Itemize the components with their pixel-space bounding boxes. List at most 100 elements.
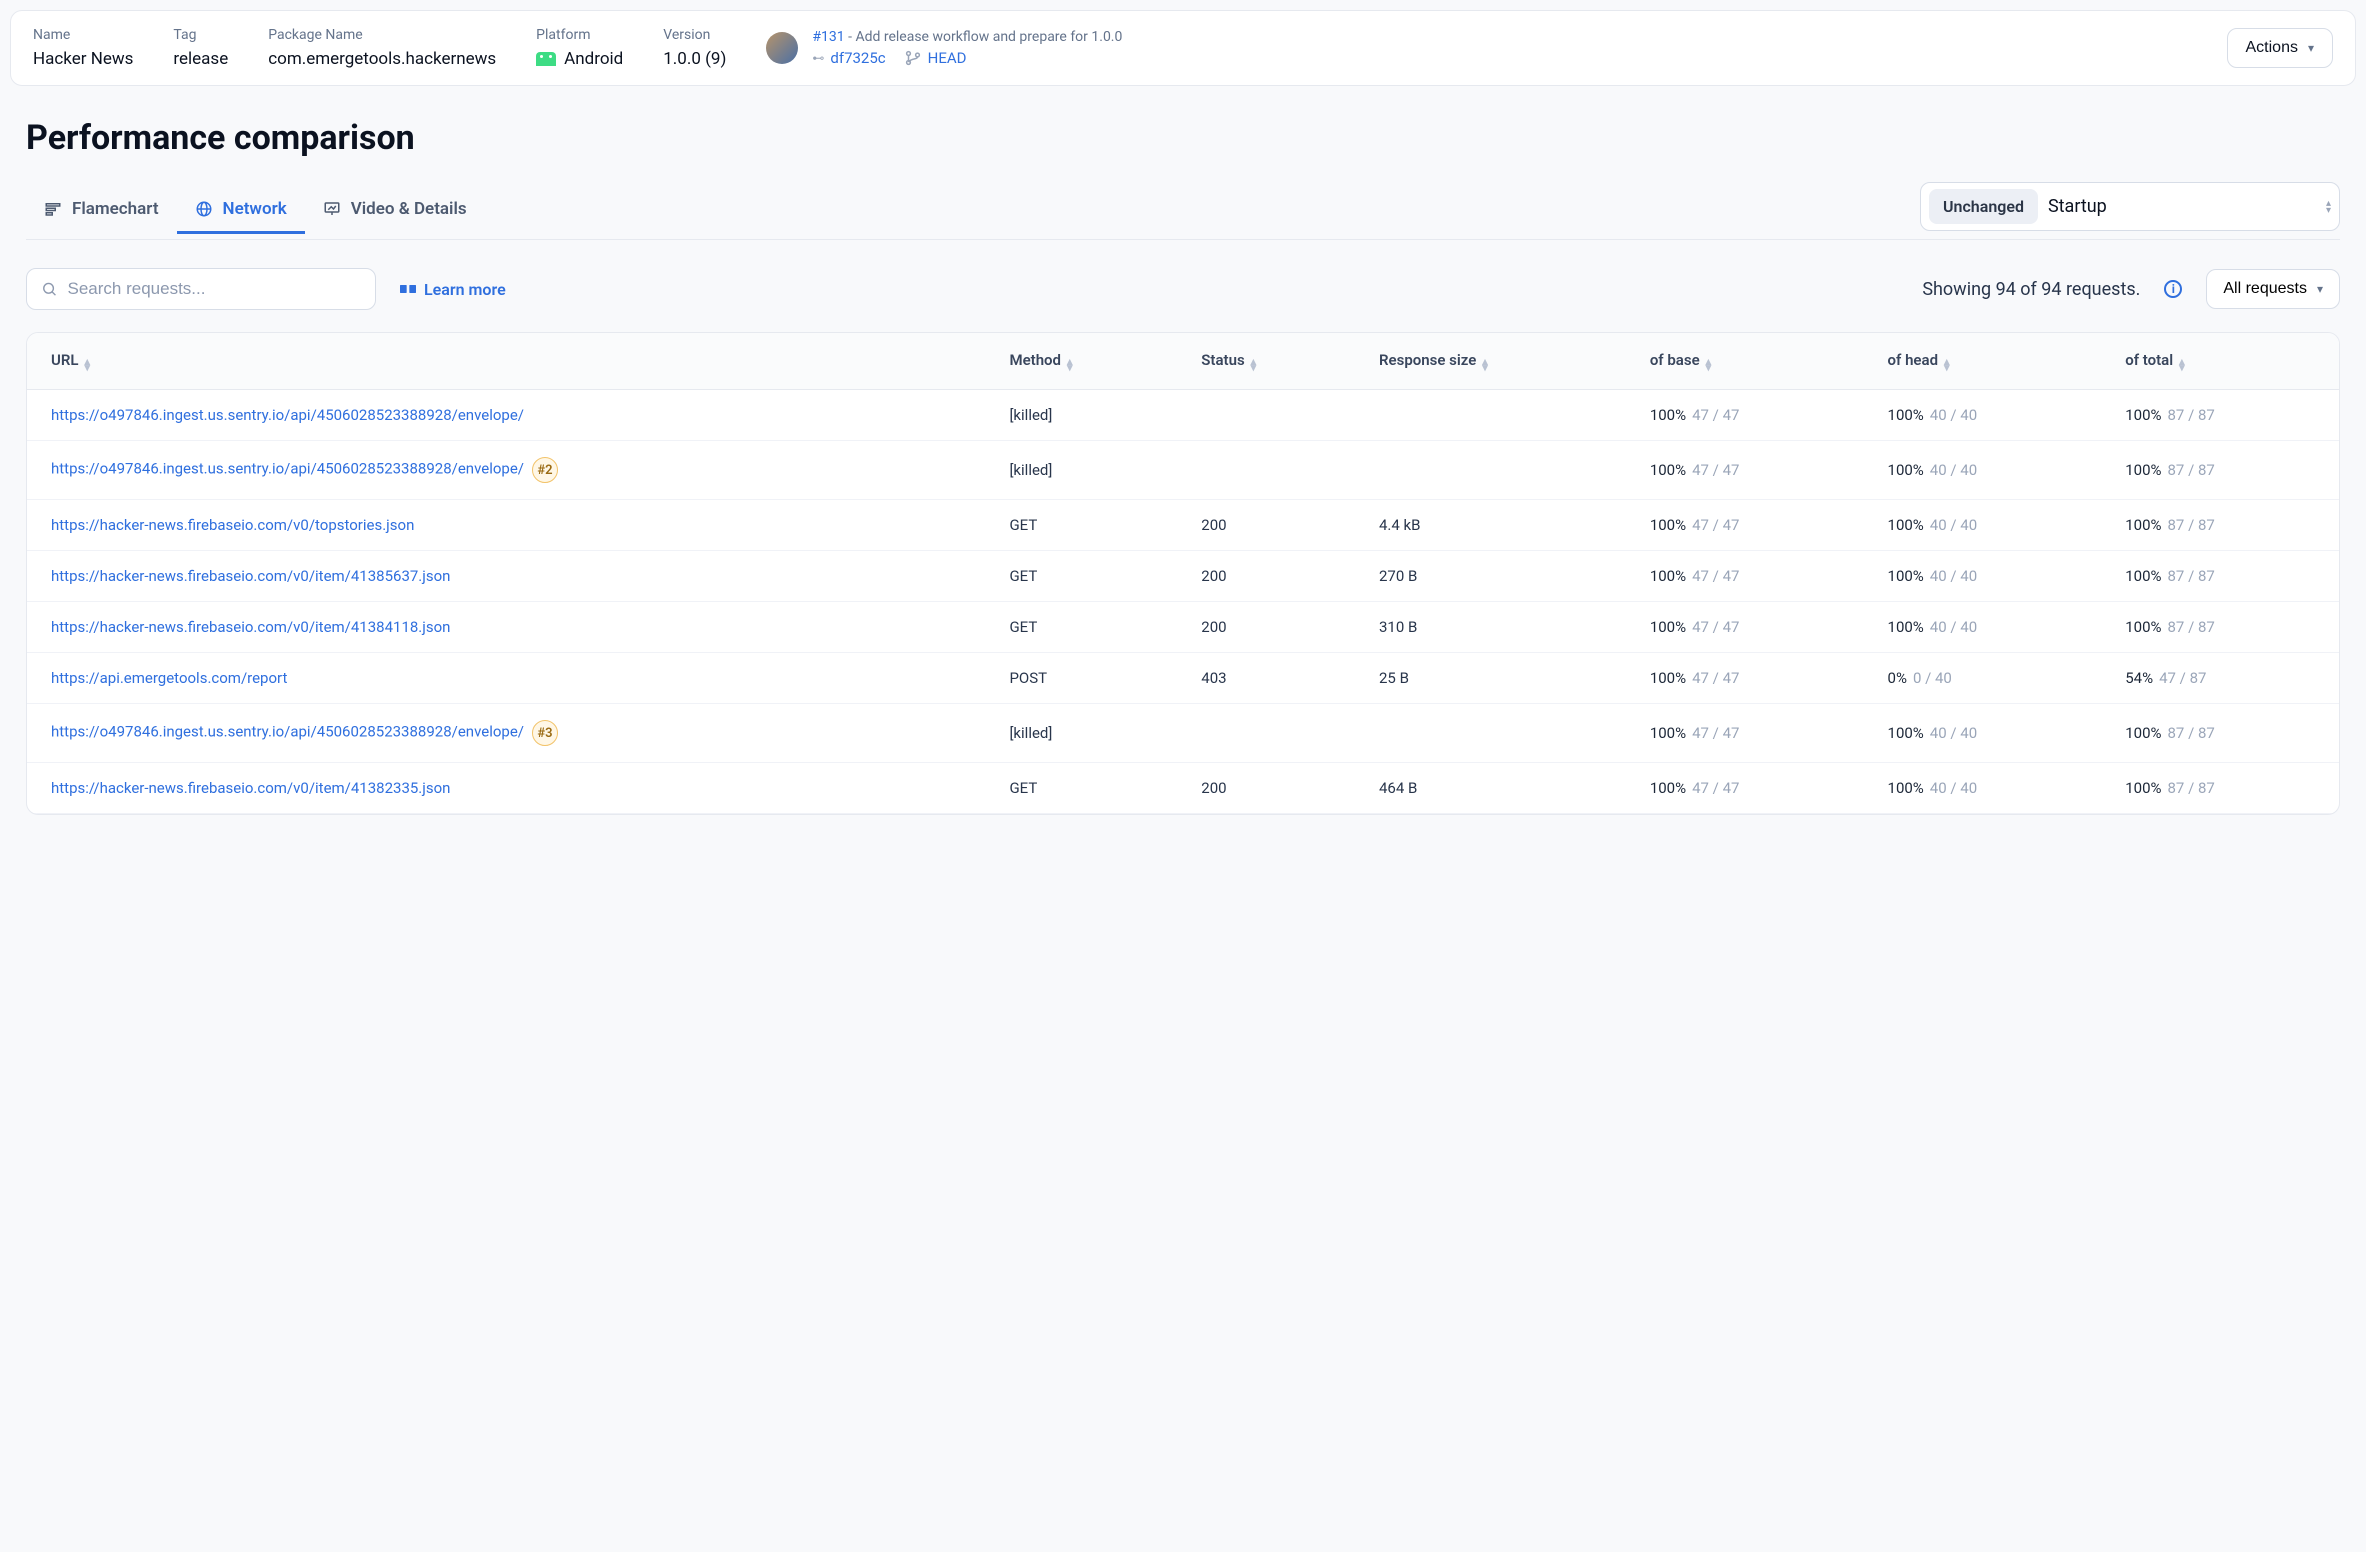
pr-title: - Add release workflow and prepare for 1… — [845, 29, 1123, 45]
pct-value: 100% — [1650, 618, 1686, 636]
cell-pct: 100%87 / 87 — [2101, 390, 2339, 441]
col-of-base[interactable]: of base▴▾ — [1626, 333, 1864, 390]
cell-pct: 100%40 / 40 — [1864, 704, 2102, 763]
table-row[interactable]: https://hacker-news.firebaseio.com/v0/it… — [27, 602, 2339, 653]
cell-size: 4.4 kB — [1355, 500, 1626, 551]
pct-fraction: 87 / 87 — [2168, 461, 2215, 479]
cell-method: GET — [985, 602, 1177, 653]
cell-url: https://hacker-news.firebaseio.com/v0/it… — [27, 551, 985, 602]
cell-pct: 100%40 / 40 — [1864, 390, 2102, 441]
cell-status — [1177, 704, 1355, 763]
request-url-link[interactable]: https://hacker-news.firebaseio.com/v0/to… — [51, 516, 414, 534]
cell-pct: 100%87 / 87 — [2101, 441, 2339, 500]
pct-value: 100% — [2125, 516, 2161, 534]
cell-pct: 100%87 / 87 — [2101, 500, 2339, 551]
actions-button[interactable]: Actions ▾ — [2227, 28, 2334, 68]
table-row[interactable]: https://api.emergetools.com/reportPOST40… — [27, 653, 2339, 704]
header-tag: Tag release — [173, 27, 228, 69]
table-row[interactable]: https://o497846.ingest.us.sentry.io/api/… — [27, 704, 2339, 763]
branch-link[interactable]: HEAD — [904, 49, 967, 67]
header-platform: Platform Android — [536, 27, 623, 69]
cell-size: 464 B — [1355, 763, 1626, 814]
search-input[interactable] — [68, 279, 361, 299]
flamechart-icon — [44, 200, 62, 218]
info-icon[interactable]: i — [2164, 280, 2182, 298]
commit-link[interactable]: ⊷ df7325c — [812, 49, 885, 67]
col-method[interactable]: Method▴▾ — [985, 333, 1177, 390]
cell-pct: 100% 40 / 40 — [1864, 441, 2102, 500]
pr-number-link[interactable]: #131 — [812, 29, 844, 45]
header-package-label: Package Name — [268, 27, 496, 43]
request-url-link[interactable]: https://o497846.ingest.us.sentry.io/api/… — [51, 406, 524, 424]
header-meta-text: #131 - Add release workflow and prepare … — [812, 29, 1122, 67]
table-row[interactable]: https://hacker-news.firebaseio.com/v0/it… — [27, 551, 2339, 602]
pct-value: 0% — [1888, 669, 1907, 687]
pct-fraction: 40 / 40 — [1930, 618, 1977, 636]
avatar — [766, 32, 798, 64]
tab-flamechart[interactable]: Flamechart — [26, 187, 177, 234]
table-header-row: URL▴▾ Method▴▾ Status▴▾ Response size▴▾ … — [27, 333, 2339, 390]
comparison-selector[interactable]: Unchanged Startup ▴▾ — [1920, 182, 2340, 231]
cell-size — [1355, 441, 1626, 500]
cell-pct: 100%47 / 47 — [1626, 441, 1864, 500]
col-of-head[interactable]: of head▴▾ — [1864, 333, 2102, 390]
controls-row: Learn more Showing 94 of 94 requests. i … — [26, 268, 2340, 310]
request-url-link[interactable]: https://hacker-news.firebaseio.com/v0/it… — [51, 618, 450, 636]
android-icon — [536, 52, 556, 66]
pct-value: 100% — [2125, 724, 2161, 742]
commit-hash: df7325c — [830, 49, 885, 67]
cell-pct: 100%40 / 40 — [1864, 500, 2102, 551]
cell-status — [1177, 441, 1355, 500]
actions-label: Actions — [2246, 39, 2298, 57]
pct-value: 100% — [1650, 567, 1686, 585]
col-status[interactable]: Status▴▾ — [1177, 333, 1355, 390]
header-meta: #131 - Add release workflow and prepare … — [766, 29, 2186, 67]
tab-network[interactable]: Network — [177, 187, 305, 234]
pct-fraction: 40 / 40 — [1930, 461, 1977, 479]
sort-icon: ▴▾ — [1706, 359, 1712, 371]
cell-pct: 100%40 / 40 — [1864, 763, 2102, 814]
cell-url: https://api.emergetools.com/report — [27, 653, 985, 704]
col-size[interactable]: Response size▴▾ — [1355, 333, 1626, 390]
cell-method: GET — [985, 551, 1177, 602]
branch-icon — [904, 49, 922, 67]
learn-more-link[interactable]: Learn more — [400, 280, 506, 299]
cell-method: GET — [985, 763, 1177, 814]
cell-pct: 100%47 / 47 — [1626, 704, 1864, 763]
pct-fraction: 40 / 40 — [1930, 567, 1977, 585]
pct-value: 100% — [1650, 461, 1686, 479]
table-row[interactable]: https://hacker-news.firebaseio.com/v0/it… — [27, 763, 2339, 814]
request-url-link[interactable]: https://hacker-news.firebaseio.com/v0/it… — [51, 779, 450, 797]
tab-flamechart-label: Flamechart — [72, 199, 159, 219]
request-url-link[interactable]: https://api.emergetools.com/report — [51, 669, 287, 687]
pct-value: 54% — [2125, 669, 2153, 687]
branch-name: HEAD — [928, 49, 967, 67]
pct-fraction: 47 / 47 — [1692, 516, 1739, 534]
cell-url: https://hacker-news.firebaseio.com/v0/to… — [27, 500, 985, 551]
search-box[interactable] — [26, 268, 376, 310]
filter-button[interactable]: All requests ▾ — [2206, 269, 2340, 309]
cell-pct: 0%0 / 40 — [1864, 653, 2102, 704]
cell-pct: 100%40 / 40 — [1864, 602, 2102, 653]
header-platform-value: Android — [536, 49, 623, 69]
pct-value: 100% — [1888, 461, 1924, 479]
col-url[interactable]: URL▴▾ — [27, 333, 985, 390]
pct-value: 100% — [2125, 618, 2161, 636]
request-url-link[interactable]: https://o497846.ingest.us.sentry.io/api/… — [51, 723, 524, 741]
chevron-down-icon: ▾ — [2317, 282, 2323, 296]
search-icon — [41, 280, 58, 298]
table-row[interactable]: https://o497846.ingest.us.sentry.io/api/… — [27, 441, 2339, 500]
table-row[interactable]: https://o497846.ingest.us.sentry.io/api/… — [27, 390, 2339, 441]
cell-status: 200 — [1177, 500, 1355, 551]
table-row[interactable]: https://hacker-news.firebaseio.com/v0/to… — [27, 500, 2339, 551]
col-of-total[interactable]: of total▴▾ — [2101, 333, 2339, 390]
request-url-link[interactable]: https://o497846.ingest.us.sentry.io/api/… — [51, 460, 524, 478]
occurrence-badge: #2 — [532, 457, 558, 483]
pct-fraction: 87 / 87 — [2168, 406, 2215, 424]
header-version: Version 1.0.0 (9) — [663, 27, 726, 69]
book-icon — [400, 282, 416, 296]
header-name: Name Hacker News — [33, 27, 133, 69]
request-url-link[interactable]: https://hacker-news.firebaseio.com/v0/it… — [51, 567, 450, 585]
pct-fraction: 47 / 87 — [2159, 669, 2206, 687]
tab-video-details[interactable]: Video & Details — [305, 187, 485, 234]
